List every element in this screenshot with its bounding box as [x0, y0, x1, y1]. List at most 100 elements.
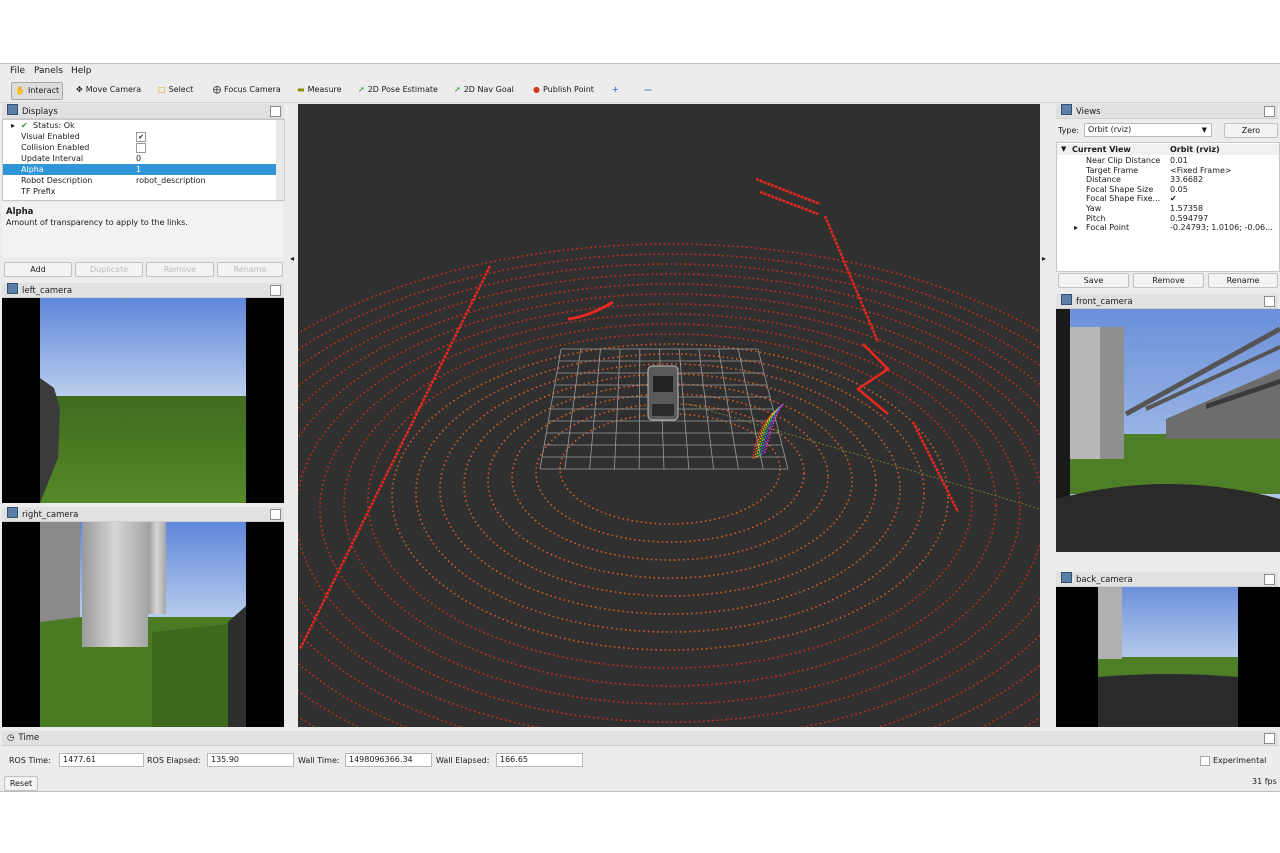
collision-enabled-checkbox[interactable] [136, 143, 146, 153]
tree-row-tf-prefix[interactable]: TF Prefix [3, 186, 284, 197]
rename-view-button[interactable]: Rename [1208, 273, 1278, 288]
menu-help[interactable]: Help [71, 66, 92, 76]
experimental-checkbox[interactable] [1200, 756, 1210, 766]
help-text: Amount of transparency to apply to the l… [6, 218, 188, 227]
map-pin-icon: ● [533, 85, 540, 94]
visual-enabled-checkbox[interactable]: ✔ [136, 132, 146, 142]
tree-row-collision-enabled[interactable]: Collision Enabled [3, 142, 284, 153]
panel-icon [7, 283, 18, 294]
laser-line [298, 265, 492, 650]
lidar-ring [298, 283, 1040, 727]
view-type-label: Type: [1058, 126, 1080, 135]
displays-tree[interactable]: ▸ ✔ Status: Ok Visual Enabled ✔ Collisio… [2, 119, 285, 201]
chevron-down-icon: ▼ [1201, 126, 1207, 134]
panel-close-icon[interactable] [1264, 574, 1275, 585]
lidar-ring [298, 243, 1040, 335]
view-type-select[interactable]: Orbit (rviz) ▼ [1084, 123, 1212, 137]
add-tool-icon[interactable]: + [609, 82, 622, 98]
zero-button[interactable]: Zero [1224, 123, 1278, 138]
tree-row-visual-enabled[interactable]: Visual Enabled ✔ [3, 131, 284, 142]
measure-tool-button[interactable]: ▬ Measure [294, 82, 345, 98]
panel-icon [7, 104, 18, 115]
panel-close-icon[interactable] [1264, 106, 1275, 117]
reset-button[interactable]: Reset [4, 776, 38, 791]
green-arrow-icon: ➚ [358, 85, 365, 94]
ruler-icon: ▬ [297, 85, 305, 94]
3d-scene[interactable] [298, 104, 1040, 727]
tf-axis-line [687, 403, 1040, 510]
fps-label: 31 fps [1252, 777, 1277, 786]
left-camera-panel-header: left_camera [2, 283, 284, 298]
remove-tool-icon[interactable]: — [641, 82, 655, 98]
wall-elapsed-field[interactable]: 166.65 [496, 753, 583, 767]
expand-arrow-icon[interactable]: ▸ [11, 120, 15, 131]
expand-arrow-icon[interactable]: ▼ [1061, 144, 1066, 155]
left-camera-image [2, 298, 284, 503]
views-tree[interactable]: ▼ Current View Orbit (rviz) Near Clip Di… [1056, 142, 1280, 272]
expand-arrow-icon[interactable]: ▸ [1074, 222, 1078, 233]
lidar-ring [298, 273, 1040, 727]
panel-close-icon[interactable] [270, 106, 281, 117]
ros-time-label: ROS Time: [9, 756, 51, 765]
duplicate-display-button[interactable]: Duplicate [75, 262, 143, 277]
tree-row-update-interval[interactable]: Update Interval 0 [3, 153, 284, 164]
displays-panel-header: Displays [2, 104, 284, 119]
back-camera-panel-header: back_camera [1056, 572, 1278, 587]
remove-view-button[interactable]: Remove [1133, 273, 1204, 288]
focus-camera-tool-button[interactable]: ⨁ Focus Camera [210, 82, 284, 98]
tree-row-alpha[interactable]: Alpha 1 [3, 164, 284, 175]
collapse-right-arrow-icon[interactable]: ▸ [1042, 254, 1048, 268]
collapse-left-arrow-icon[interactable]: ◂ [290, 254, 296, 268]
toolbar: ✋ Interact ✥ Move Camera ▢ Select ⨁ Focus Ca… [0, 78, 1280, 103]
front-camera-panel-header: front_camera [1056, 294, 1278, 309]
hand-icon: ✋ [15, 86, 25, 95]
select-tool-button[interactable]: ▢ Select [155, 82, 196, 98]
front-camera-scene [1056, 309, 1280, 552]
add-display-button[interactable]: Add [4, 262, 72, 277]
nav-goal-tool-button[interactable]: ➚ 2D Nav Goal [451, 82, 517, 98]
panel-close-icon[interactable] [270, 285, 281, 296]
right-camera-image [2, 522, 284, 727]
move-camera-tool-button[interactable]: ✥ Move Camera [73, 82, 144, 98]
panel-close-icon[interactable] [1264, 296, 1275, 307]
rviz-window: File Panels Help ✋ Interact ✥ Move Camera … [0, 63, 1280, 792]
left-camera-scene [2, 298, 284, 503]
tree-row-status[interactable]: ▸ ✔ Status: Ok [3, 120, 284, 131]
clock-icon: ◷ [7, 733, 15, 743]
front-camera-image [1056, 309, 1280, 552]
publish-point-tool-button[interactable]: ● Publish Point [530, 82, 597, 98]
panel-close-icon[interactable] [1264, 733, 1275, 744]
right-camera-panel-header: right_camera [2, 507, 284, 522]
back-camera-image [1056, 587, 1280, 727]
panel-icon [1061, 572, 1072, 583]
rename-display-button[interactable]: Rename [217, 262, 283, 277]
right-camera-scene [2, 522, 284, 727]
views-panel-header: Views [1056, 104, 1278, 119]
tree-row-robot-description[interactable]: Robot Description robot_description [3, 175, 284, 186]
menu-bar: File Panels Help [0, 64, 1280, 78]
remove-display-button[interactable]: Remove [146, 262, 214, 277]
pose-estimate-tool-button[interactable]: ➚ 2D Pose Estimate [355, 82, 441, 98]
panel-close-icon[interactable] [270, 509, 281, 520]
interact-tool-button[interactable]: ✋ Interact [11, 82, 64, 100]
3d-viewport[interactable] [298, 104, 1040, 727]
vehicle-windshield [653, 376, 673, 392]
property-help-area: Alpha Amount of transparency to apply to… [2, 203, 283, 257]
wall-time-field[interactable]: 1498096366.34 [345, 753, 432, 767]
vehicle-rear [652, 404, 674, 416]
move-camera-icon: ✥ [76, 85, 83, 94]
lidar-ring [298, 253, 1040, 727]
ros-time-field[interactable]: 1477.61 [59, 753, 144, 767]
menu-panels[interactable]: Panels [34, 66, 63, 76]
ros-elapsed-field[interactable]: 135.90 [207, 753, 294, 767]
current-view-row[interactable]: ▼ Current View Orbit (rviz) [1057, 144, 1279, 155]
help-title: Alpha [6, 207, 34, 217]
save-view-button[interactable]: Save [1058, 273, 1129, 288]
time-panel-header: ◷ Time [2, 731, 1278, 746]
laser-line [567, 300, 614, 321]
laser-line [823, 215, 880, 343]
view-property-row[interactable]: ▸ Focal Point -0.24793; 1.0106; -0.06... [1057, 222, 1279, 233]
displays-scrollbar[interactable] [276, 120, 284, 200]
menu-file[interactable]: File [10, 66, 25, 76]
back-camera-scene [1056, 587, 1280, 727]
